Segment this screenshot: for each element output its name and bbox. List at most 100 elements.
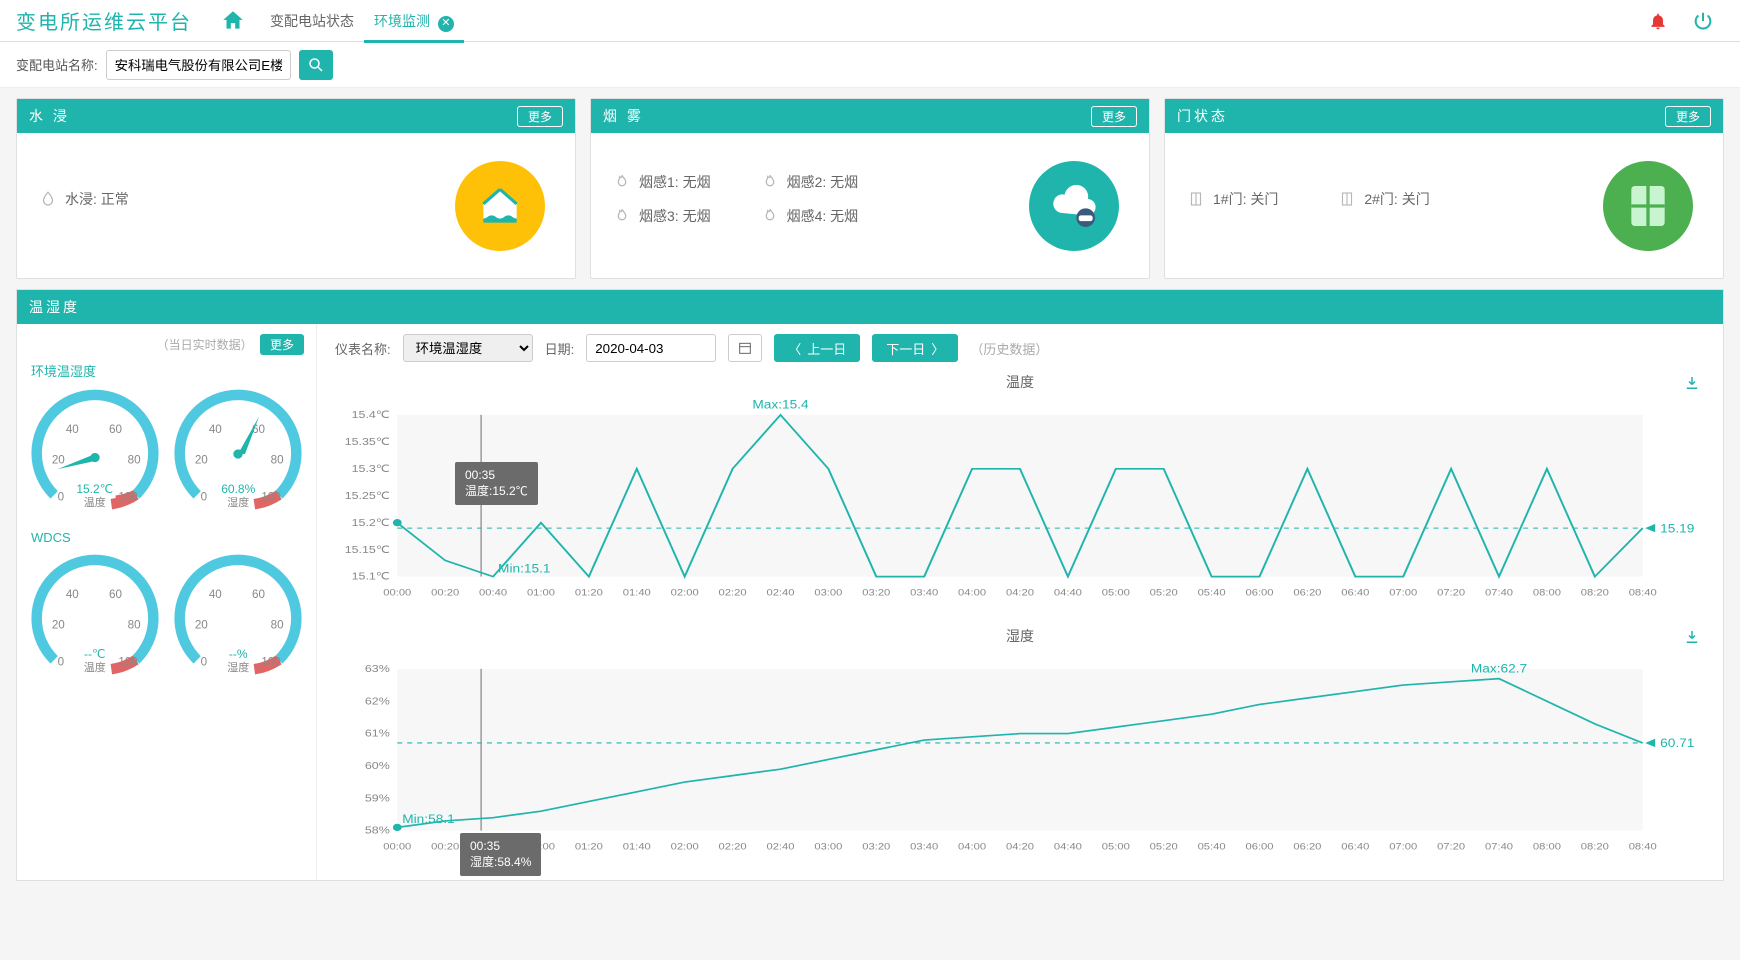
- chevron-left-icon: 〈: [788, 339, 801, 358]
- svg-text:04:00: 04:00: [958, 842, 986, 852]
- download-icon[interactable]: [1683, 628, 1701, 646]
- door-icon: [1187, 190, 1205, 208]
- search-bar: 变配电站名称:: [0, 42, 1740, 88]
- svg-text:60: 60: [252, 588, 265, 601]
- svg-text:06:20: 06:20: [1293, 842, 1321, 852]
- svg-text:06:40: 06:40: [1341, 842, 1369, 852]
- chart-temp-title: 温度: [335, 372, 1705, 392]
- bell-icon[interactable]: [1648, 11, 1668, 31]
- close-icon[interactable]: ✕: [438, 16, 454, 32]
- svg-text:03:40: 03:40: [910, 588, 938, 598]
- chevron-right-icon: 〉: [931, 339, 944, 358]
- svg-text:02:20: 02:20: [719, 842, 747, 852]
- svg-text:08:00: 08:00: [1533, 842, 1561, 852]
- card-smoke: 烟 雾 更多 烟感1: 无烟 烟感3: 无烟 烟感2: 无烟 烟感4: 无烟: [590, 98, 1150, 279]
- svg-text:04:20: 04:20: [1006, 842, 1034, 852]
- card-door-header: 门状态 更多: [1165, 99, 1723, 133]
- door-icon: [1338, 190, 1356, 208]
- water-value: 正常: [101, 189, 129, 209]
- svg-text:03:20: 03:20: [862, 588, 890, 598]
- charts-panel: 仪表名称: 环境温湿度 日期: 〈上一日 下一日〉 （历史数据） 温度 15.1…: [317, 324, 1723, 880]
- next-day-button[interactable]: 下一日〉: [872, 334, 958, 362]
- smoke1-value: 无烟: [683, 172, 711, 192]
- svg-text:04:20: 04:20: [1006, 588, 1034, 598]
- meter-select[interactable]: 环境温湿度: [403, 334, 533, 362]
- svg-text:07:40: 07:40: [1485, 588, 1513, 598]
- svg-text:20: 20: [195, 618, 208, 631]
- temp-tooltip: 00:35温度:15.2℃: [455, 462, 538, 505]
- svg-text:05:00: 05:00: [1102, 842, 1130, 852]
- smoke4-value: 无烟: [830, 206, 858, 226]
- svg-text:15.1℃: 15.1℃: [352, 572, 390, 583]
- svg-text:00:20: 00:20: [431, 842, 459, 852]
- tab-env-monitor[interactable]: 环境监测 ✕: [364, 0, 464, 42]
- water-label: 水浸:: [65, 189, 97, 209]
- tab-env-label: 环境监测: [374, 13, 430, 29]
- prev-day-button[interactable]: 〈上一日: [774, 334, 860, 362]
- svg-text:80: 80: [271, 453, 284, 466]
- gauges-panel: （当日实时数据） 更多 环境温湿度 20 40 60 80 0 100: [17, 324, 317, 880]
- station-name-input[interactable]: [106, 50, 291, 80]
- svg-text:08:00: 08:00: [1533, 588, 1561, 598]
- tab-station-status[interactable]: 变配电站状态: [260, 0, 364, 42]
- door1-value: 关门: [1250, 189, 1278, 209]
- svg-text:40: 40: [66, 588, 79, 601]
- svg-text:00:20: 00:20: [431, 588, 459, 598]
- svg-text:62%: 62%: [365, 696, 390, 707]
- card-water: 水 浸 更多 水浸: 正常: [16, 98, 576, 279]
- svg-text:Max:15.4: Max:15.4: [752, 399, 808, 412]
- search-icon: [307, 56, 325, 74]
- svg-text:40: 40: [66, 423, 79, 436]
- gauges-more-button[interactable]: 更多: [260, 334, 304, 355]
- power-icon[interactable]: [1692, 10, 1714, 32]
- gauge-wdcs-temp: 20 40 60 80 0 100 --℃ 温度: [25, 549, 165, 689]
- search-button[interactable]: [299, 50, 333, 80]
- status-cards-row: 水 浸 更多 水浸: 正常 烟 雾 更多 烟感1: 无烟: [0, 88, 1740, 289]
- svg-text:15.19: 15.19: [1660, 522, 1694, 535]
- water-drop-icon: [39, 190, 57, 208]
- card-water-more-button[interactable]: 更多: [517, 106, 563, 127]
- card-water-header: 水 浸 更多: [17, 99, 575, 133]
- svg-text:Max:62.7: Max:62.7: [1471, 662, 1527, 675]
- svg-text:20: 20: [52, 618, 65, 631]
- svg-text:03:00: 03:00: [814, 842, 842, 852]
- station-name-label: 变配电站名称:: [16, 55, 98, 74]
- svg-text:60%: 60%: [365, 761, 390, 772]
- svg-text:01:20: 01:20: [575, 842, 603, 852]
- gauge-group2-label: WDCS: [31, 530, 310, 545]
- svg-text:03:40: 03:40: [910, 842, 938, 852]
- svg-text:04:00: 04:00: [958, 588, 986, 598]
- section-th-header: 温湿度: [17, 290, 1723, 324]
- card-smoke-more-button[interactable]: 更多: [1091, 106, 1137, 127]
- card-door-more-button[interactable]: 更多: [1665, 106, 1711, 127]
- svg-text:63%: 63%: [365, 664, 390, 675]
- svg-text:Min:58.1: Min:58.1: [402, 813, 454, 826]
- svg-text:80: 80: [127, 618, 140, 631]
- svg-text:02:20: 02:20: [719, 588, 747, 598]
- door-big-icon: [1603, 161, 1693, 251]
- svg-text:58%: 58%: [365, 826, 390, 837]
- svg-text:00:40: 00:40: [479, 588, 507, 598]
- calendar-button[interactable]: [728, 334, 762, 362]
- svg-text:80: 80: [127, 453, 140, 466]
- house-flood-icon: [455, 161, 545, 251]
- svg-text:15.4℃: 15.4℃: [352, 410, 390, 421]
- svg-text:15.25℃: 15.25℃: [345, 491, 390, 502]
- door2-value: 关门: [1402, 189, 1430, 209]
- gauge-wdcs-hum: 20 40 60 80 0 100 --% 湿度: [168, 549, 308, 689]
- smoke4-label: 烟感4:: [787, 206, 827, 226]
- svg-text:07:00: 07:00: [1389, 842, 1417, 852]
- svg-text:08:40: 08:40: [1629, 588, 1657, 598]
- svg-text:01:40: 01:40: [623, 588, 651, 598]
- smoke3-label: 烟感3:: [639, 206, 679, 226]
- home-icon[interactable]: [220, 8, 246, 34]
- card-smoke-header: 烟 雾 更多: [591, 99, 1149, 133]
- card-smoke-title: 烟 雾: [603, 106, 644, 126]
- chart-hum-title: 湿度: [335, 626, 1705, 646]
- download-icon[interactable]: [1683, 374, 1701, 392]
- smoke3-value: 无烟: [683, 206, 711, 226]
- svg-text:05:40: 05:40: [1198, 842, 1226, 852]
- date-input[interactable]: [586, 334, 716, 362]
- gauge-env-hum: 20 40 60 80 0 100 60.8% 湿度: [168, 384, 308, 524]
- card-door: 门状态 更多 1#门: 关门 2#门: 关门: [1164, 98, 1724, 279]
